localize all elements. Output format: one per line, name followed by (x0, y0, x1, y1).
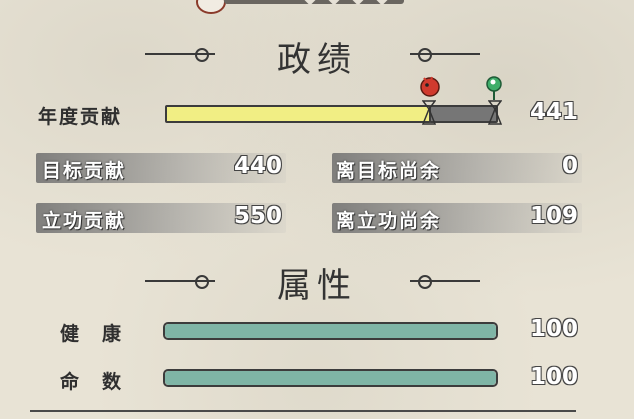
lifespan-value: 100 (529, 364, 578, 390)
section-title-attributes: 属性 (277, 266, 357, 306)
annual-contribution-bar (165, 105, 431, 123)
top-ornament (196, 0, 406, 14)
target-pointer-icon (422, 100, 436, 125)
remaining-to-target-value: 0 (561, 153, 578, 179)
merit-pointer-icon (488, 100, 502, 125)
health-value: 100 (529, 316, 578, 342)
diamond-icon (349, 0, 367, 6)
target-contribution-label: 目标贡献 (42, 160, 127, 182)
annual-contribution-label: 年度贡献 (38, 106, 123, 128)
target-contribution-value: 440 (233, 153, 282, 179)
remaining-to-merit-label: 离立功尚余 (336, 210, 442, 232)
top-ornament-bar (224, 0, 404, 6)
bottom-divider (30, 410, 576, 412)
section-title-achievements: 政绩 (277, 40, 357, 80)
health-label: 健 康 (60, 323, 124, 345)
lifespan-bar-track (163, 369, 498, 387)
health-bar-fill (165, 324, 496, 338)
merit-contribution-value: 550 (233, 203, 282, 229)
diamond-icon (325, 0, 343, 6)
health-bar-track (163, 322, 498, 340)
diamond-icon (301, 0, 319, 6)
diamond-icon (373, 0, 391, 6)
right-ornament-icon (410, 274, 480, 289)
right-ornament-icon (410, 47, 480, 62)
lifespan-label: 命 数 (60, 371, 124, 393)
lifespan-bar-fill (165, 371, 496, 385)
annual-contribution-value: 441 (529, 99, 578, 125)
remaining-to-merit-value: 109 (529, 203, 578, 229)
remaining-to-target-label: 离目标尚余 (336, 160, 442, 182)
merit-contribution-label: 立功贡献 (42, 210, 127, 232)
